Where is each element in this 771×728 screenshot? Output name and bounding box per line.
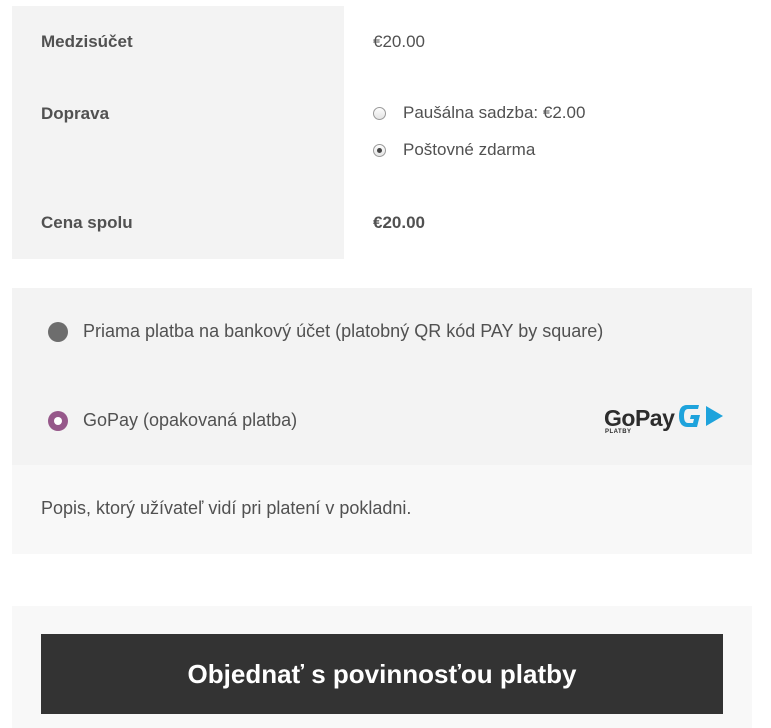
payment-method-label: GoPay (opakovaná platba) <box>83 410 298 430</box>
gopay-logo-word: GoPay <box>604 405 675 431</box>
radio-button[interactable] <box>48 321 68 342</box>
total-label: Cena spolu <box>41 213 133 232</box>
payment-method-label: Priama platba na bankový účet (platobný … <box>83 321 604 341</box>
radio-button[interactable] <box>373 106 386 120</box>
payment-method-gopay[interactable]: GoPay (opakovaná platba) <box>48 410 297 431</box>
gopay-logo: GoPay PLATBY <box>604 401 724 437</box>
payment-description-box: Popis, ktorý užívateľ vidí pri platení v… <box>12 465 752 554</box>
subtotal-label: Medzisúčet <box>41 32 133 51</box>
radio-button-checked[interactable] <box>373 143 386 157</box>
shipping-label: Doprava <box>41 104 110 123</box>
subtotal-value: €20.00 <box>373 32 425 51</box>
payment-methods-list: Priama platba na bankový účet (platobný … <box>12 288 752 465</box>
total-value: €20.00 <box>373 213 425 232</box>
place-order-section: Objednať s povinnosťou platby <box>12 606 752 728</box>
gopay-logo-sub: PLATBY <box>605 429 632 435</box>
shipping-option-flat-rate[interactable]: Paušálna sadzba: €2.00 <box>373 103 585 123</box>
order-totals-table: Medzisúčet €20.00 Doprava Paušálna sadzb… <box>12 6 752 259</box>
shipping-option-free[interactable]: Poštovné zdarma <box>373 140 535 160</box>
shipping-option-label: Paušálna sadzba: €2.00 <box>403 103 586 122</box>
place-order-button[interactable]: Objednať s povinnosťou platby <box>41 634 723 714</box>
payment-section: Priama platba na bankový účet (platobný … <box>12 288 752 554</box>
shipping-option-label: Poštovné zdarma <box>403 140 536 159</box>
payment-description: Popis, ktorý užívateľ vidí pri platení v… <box>41 498 412 518</box>
payment-method-bank-transfer[interactable]: Priama platba na bankový účet (platobný … <box>48 321 603 342</box>
radio-button-checked[interactable] <box>48 410 68 431</box>
gopay-mark-icon <box>679 405 723 427</box>
